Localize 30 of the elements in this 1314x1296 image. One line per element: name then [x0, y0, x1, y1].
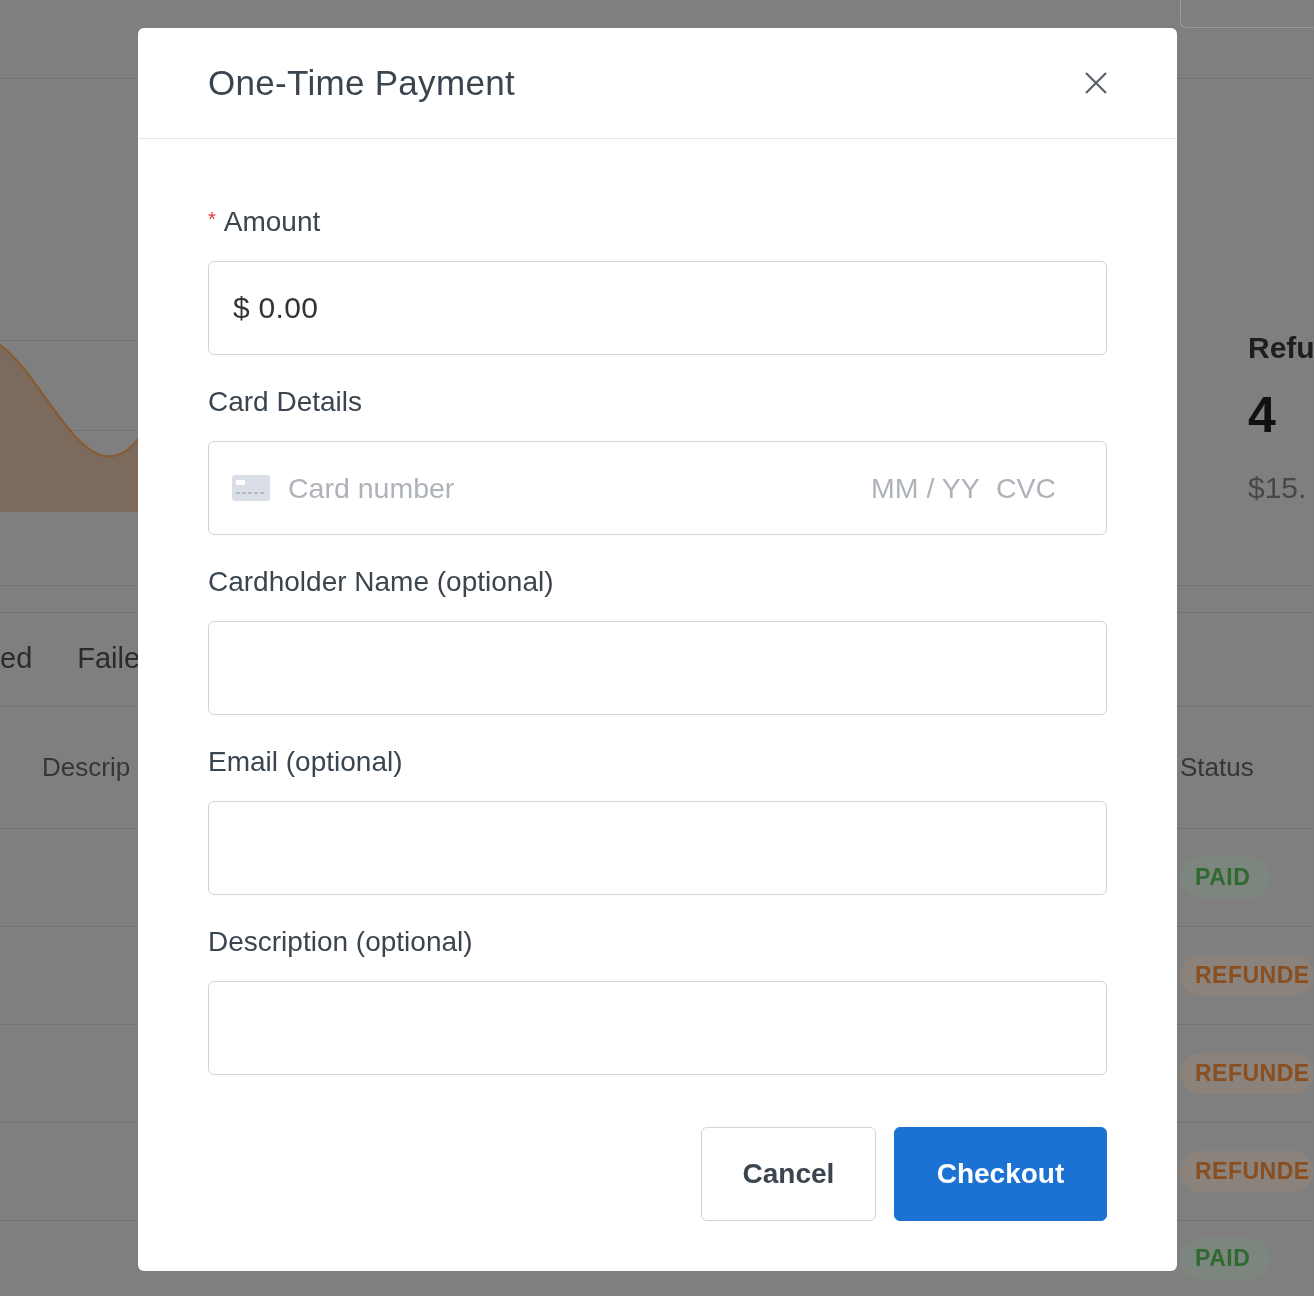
cancel-button[interactable]: Cancel: [701, 1127, 876, 1221]
credit-card-icon: [232, 475, 270, 501]
input-field[interactable]: [208, 801, 1107, 895]
stat-count: 4: [1248, 387, 1276, 443]
stat-label: Refu: [1248, 330, 1314, 366]
status-badge: PAID: [1180, 857, 1271, 898]
form-label: Description (optional): [208, 926, 473, 958]
close-icon: [1084, 71, 1108, 95]
status-badge: REFUNDE: [1180, 955, 1314, 996]
status-badge: PAID: [1180, 1238, 1271, 1279]
status-badge: REFUNDE: [1180, 1053, 1314, 1094]
filter-tab[interactable]: ed: [0, 638, 33, 681]
column-header: Status: [1180, 752, 1254, 783]
input-field[interactable]: $ 0.00: [208, 261, 1107, 355]
input-field[interactable]: [208, 981, 1107, 1075]
form-label: Amount: [223, 206, 321, 238]
filter-tab[interactable]: Faile: [77, 638, 138, 681]
form-label: Card Details: [208, 386, 363, 418]
dialog-title: One-Time Payment: [208, 63, 515, 103]
card-number-input[interactable]: Card number: [288, 468, 871, 508]
close-button[interactable]: [1084, 71, 1108, 95]
status-badge: REFUNDE: [1180, 1151, 1314, 1192]
form-label: Email (optional): [208, 746, 403, 778]
column-header: Descrip: [42, 752, 131, 783]
form-label: Cardholder Name (optional): [208, 566, 554, 598]
expiry-input[interactable]: MM / YY: [871, 468, 981, 508]
required-asterisk: *: [208, 208, 216, 231]
checkout-button[interactable]: Checkout: [894, 1127, 1107, 1221]
input-field[interactable]: [208, 621, 1107, 715]
stat-amount: $15.: [1248, 470, 1307, 506]
